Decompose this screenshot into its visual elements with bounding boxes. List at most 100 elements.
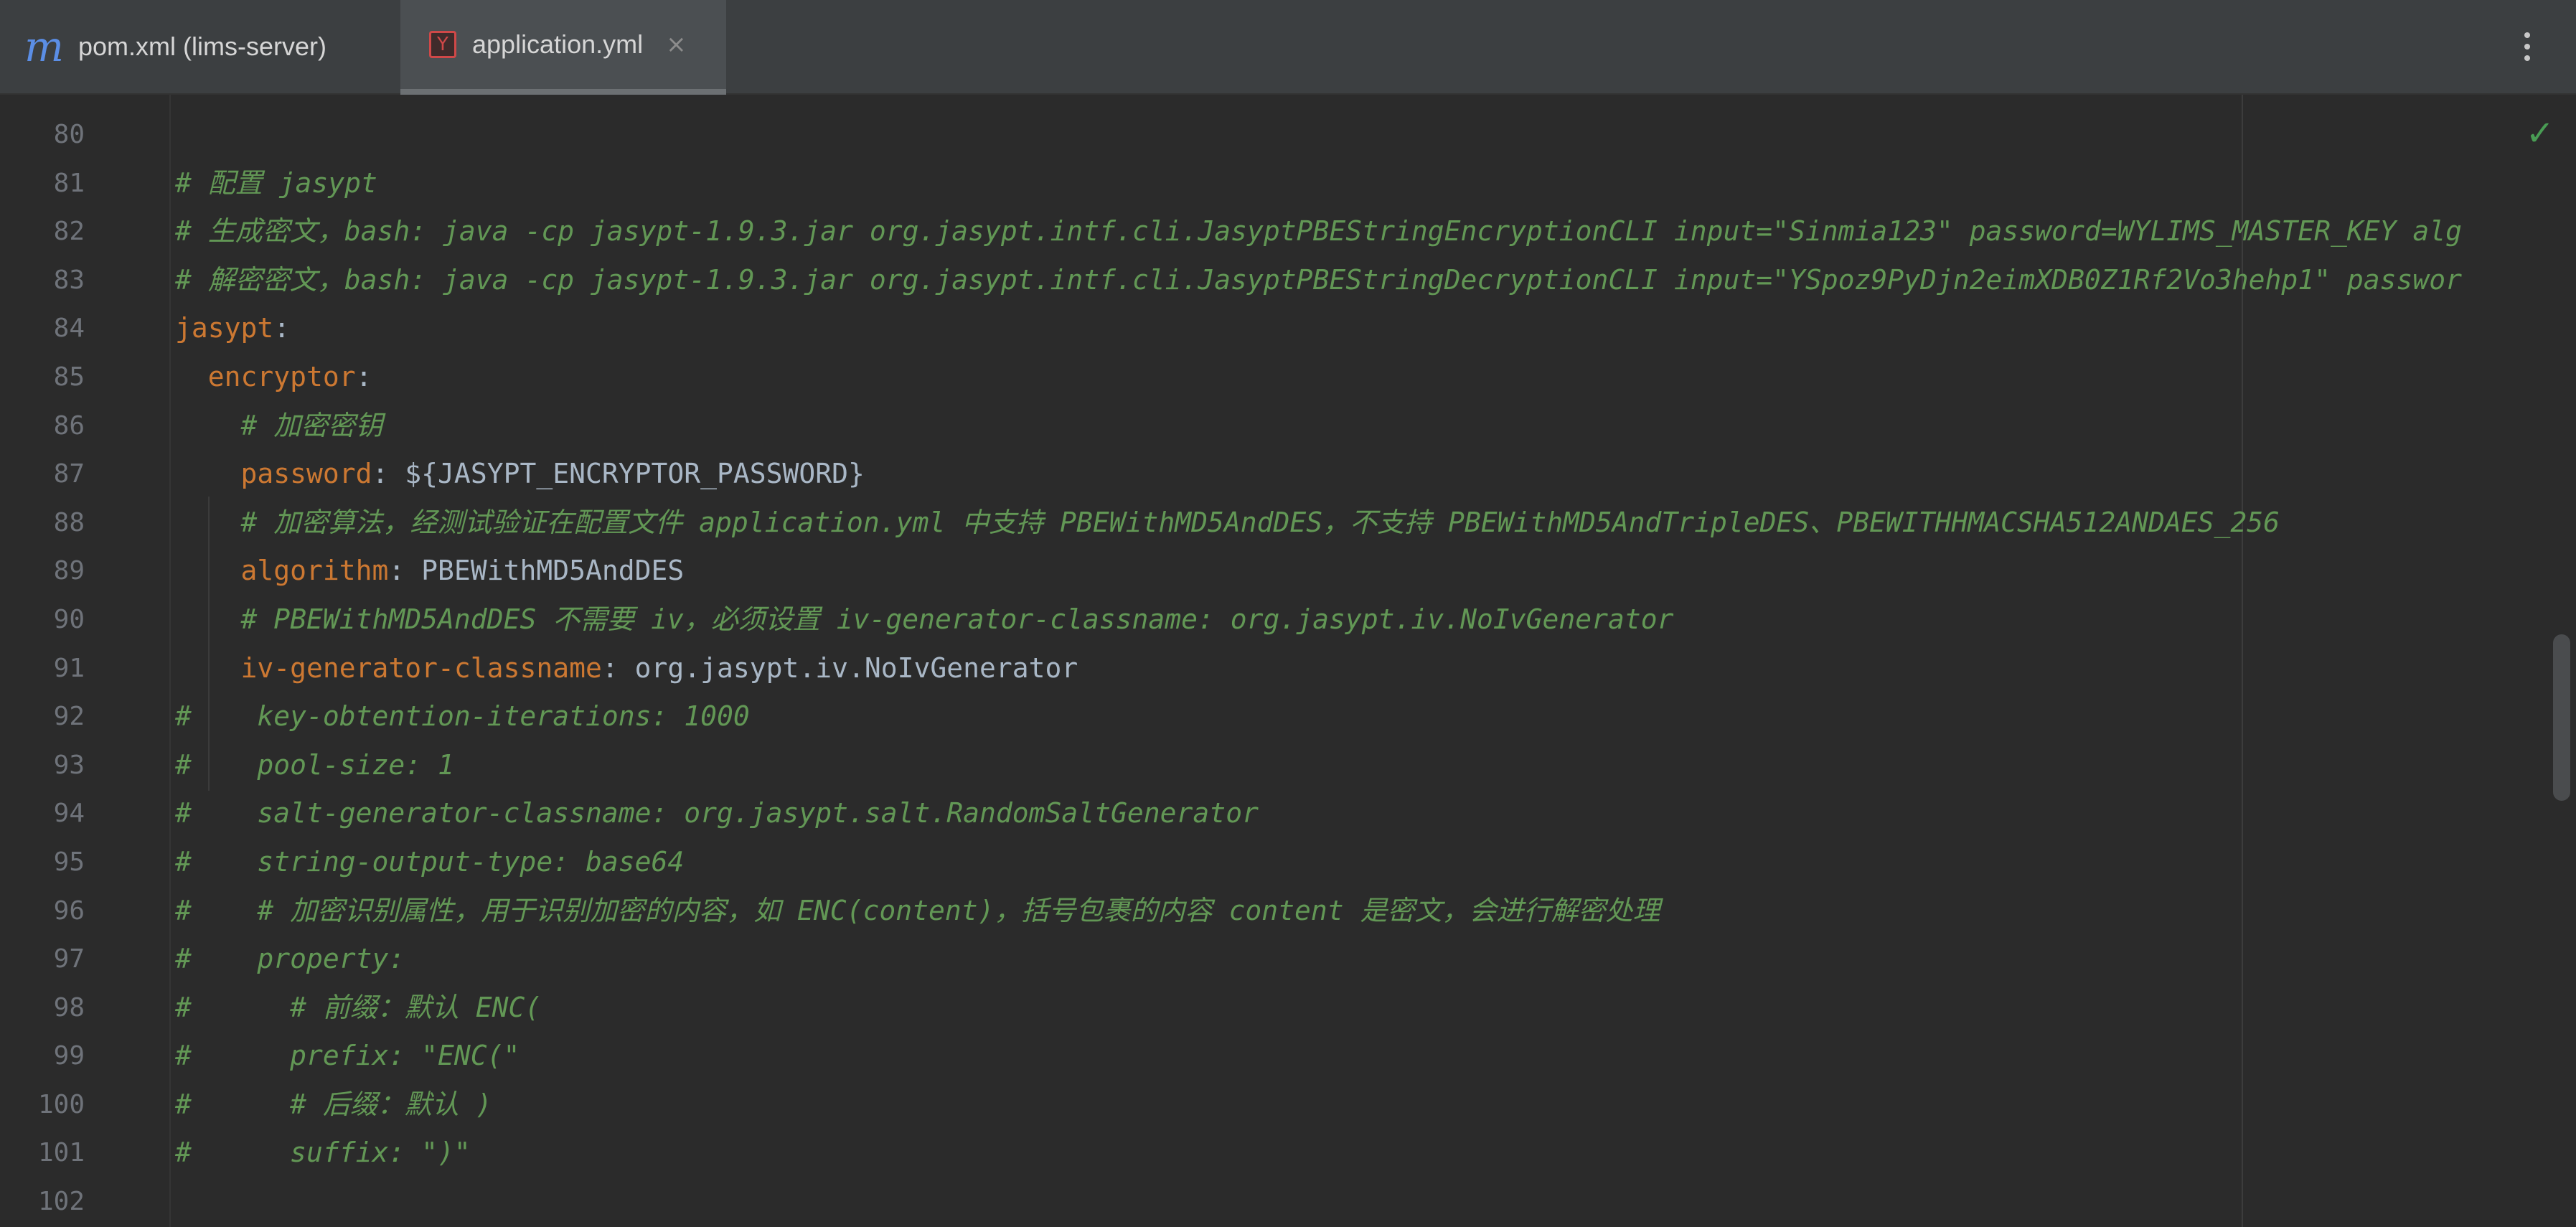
code-comment: # # 后缀：默认 ) xyxy=(175,1088,492,1120)
code-comment: # pool-size: 1 xyxy=(175,748,454,781)
code-text: # 解密密文，bash: java -cp jasypt-1.9.3.jar o… xyxy=(175,256,2462,305)
line-number: 96 xyxy=(53,895,85,926)
code-text: algorithm: PBEWithMD5AndDES xyxy=(175,547,685,596)
code-line[interactable]: 99 # prefix: "ENC(" xyxy=(0,1032,2576,1081)
code-line[interactable]: 101 # suffix: ")" xyxy=(0,1129,2576,1177)
tab-application-yml[interactable]: Y application.yml × xyxy=(400,0,726,95)
line-number: 84 xyxy=(53,314,85,344)
line-number: 80 xyxy=(53,120,85,149)
line-number: 95 xyxy=(53,847,85,877)
code-line[interactable]: 83 # 解密密文，bash: java -cp jasypt-1.9.3.jar… xyxy=(0,256,2576,305)
yaml-value xyxy=(175,410,241,441)
code-text: # PBEWithMD5AndDES 不需要 iv，必须设置 iv-genera… xyxy=(175,596,1674,644)
line-number: 102 xyxy=(37,1187,85,1217)
tab-label: application.yml xyxy=(472,29,644,59)
code-text: # # 前缀：默认 ENC( xyxy=(175,984,541,1033)
code-editor[interactable]: ✓ 80 81 # 配置 jasypt 82 # 生成密文，bash: java -cp… xyxy=(0,95,2576,1227)
line-number: 91 xyxy=(53,653,85,683)
code-comment: # suffix: ")" xyxy=(175,1137,471,1169)
yaml-value xyxy=(175,458,241,489)
line-number: 86 xyxy=(53,410,85,441)
code-comment: # 解密密文，bash: java -cp jasypt-1.9.3.jar o… xyxy=(175,263,2463,296)
line-number: 83 xyxy=(53,265,85,295)
code-line[interactable]: 91 iv-generator-classname: org.jasypt.iv… xyxy=(0,644,2576,693)
code-comment: # 加密密钥 xyxy=(240,409,383,441)
line-number: 81 xyxy=(53,168,85,198)
line-number: 99 xyxy=(53,1041,85,1071)
code-comment: # # 前缀：默认 ENC( xyxy=(175,991,542,1023)
yaml-value xyxy=(175,603,241,635)
code-line[interactable]: 102 xyxy=(0,1177,2576,1226)
code-comment: # salt-generator-classname: org.jasypt.s… xyxy=(175,797,1259,829)
code-text: # 加密算法，经测试验证在配置文件 application.yml 中支持 PB… xyxy=(175,499,2280,547)
code-text: # string-output-type: base64 xyxy=(175,838,684,887)
code-text: # # 加密识别属性，用于识别加密的内容，如 ENC(content)，括号包裹… xyxy=(175,887,1660,936)
yaml-key: iv-generator-classname xyxy=(240,652,602,684)
tab-label: pom.xml (lims-server) xyxy=(78,32,326,61)
code-line[interactable]: 98 # # 前缀：默认 ENC( xyxy=(0,984,2576,1033)
code-text: # # 后缀：默认 ) xyxy=(175,1081,492,1129)
code-line[interactable]: 88 # 加密算法，经测试验证在配置文件 application.yml 中支持… xyxy=(0,499,2576,547)
code-comment: # string-output-type: base64 xyxy=(175,845,685,878)
code-comment: # prefix: "ENC(" xyxy=(175,1040,520,1072)
code-line[interactable]: 90 # PBEWithMD5AndDES 不需要 iv，必须设置 iv-gen… xyxy=(0,596,2576,644)
yaml-value: : xyxy=(355,360,372,392)
code-text: # 加密密钥 xyxy=(175,402,383,451)
line-number: 92 xyxy=(53,702,85,732)
code-text: iv-generator-classname: org.jasypt.iv.No… xyxy=(175,644,1078,693)
code-text: encryptor: xyxy=(175,353,372,402)
code-line[interactable]: 96 # # 加密识别属性，用于识别加密的内容，如 ENC(content)，括号… xyxy=(0,887,2576,936)
line-number: 97 xyxy=(53,944,85,974)
code-line[interactable]: 85 encryptor: xyxy=(0,353,2576,402)
code-text: # suffix: ")" xyxy=(175,1129,471,1177)
yaml-key: encryptor xyxy=(207,360,356,392)
code-line[interactable]: 95 # string-output-type: base64 xyxy=(0,838,2576,887)
yaml-icon: Y xyxy=(429,31,456,58)
close-icon[interactable]: × xyxy=(666,30,687,59)
yaml-value xyxy=(175,652,241,684)
yaml-key: algorithm xyxy=(240,555,389,587)
yaml-key: jasypt xyxy=(175,312,274,344)
tab-pom-xml[interactable]: m pom.xml (lims-server) xyxy=(0,0,399,93)
code-text: # property: xyxy=(175,935,405,984)
code-comment: # PBEWithMD5AndDES 不需要 iv，必须设置 iv-genera… xyxy=(240,603,1674,635)
code-line[interactable]: 97 # property: xyxy=(0,935,2576,984)
line-number: 87 xyxy=(53,459,85,489)
code-text: # pool-size: 1 xyxy=(175,741,454,790)
code-comment: # 配置 jasypt xyxy=(175,166,377,199)
line-number: 101 xyxy=(37,1138,85,1168)
yaml-value: : ${JASYPT_ENCRYPTOR_PASSWORD} xyxy=(372,458,865,490)
code-text: # prefix: "ENC(" xyxy=(175,1032,520,1081)
code-comment: # 加密算法，经测试验证在配置文件 application.yml 中支持 PB… xyxy=(240,506,2280,538)
code-text: # 配置 jasypt xyxy=(175,159,377,208)
yaml-value xyxy=(175,507,241,538)
line-number: 88 xyxy=(53,507,85,537)
code-line[interactable]: 93 # pool-size: 1 xyxy=(0,741,2576,790)
code-line[interactable]: 82 # 生成密文，bash: java -cp jasypt-1.9.3.jar… xyxy=(0,207,2576,256)
code-line[interactable]: 89 algorithm: PBEWithMD5AndDES xyxy=(0,547,2576,596)
yaml-value xyxy=(175,361,208,392)
code-text: # salt-generator-classname: org.jasypt.s… xyxy=(175,789,1259,838)
code-line[interactable]: 86 # 加密密钥 xyxy=(0,402,2576,451)
code-line[interactable]: 81 # 配置 jasypt xyxy=(0,159,2576,208)
line-number: 90 xyxy=(53,604,85,634)
code-line[interactable]: 80 xyxy=(0,111,2576,159)
code-line[interactable]: 94 # salt-generator-classname: org.jasypt… xyxy=(0,789,2576,838)
code-line[interactable]: 87 password: ${JASYPT_ENCRYPTOR_PASSWORD… xyxy=(0,450,2576,499)
more-options-icon[interactable] xyxy=(2513,22,2542,72)
code-text: # key-obtention-iterations: 1000 xyxy=(175,692,750,741)
line-number: 94 xyxy=(53,799,85,829)
yaml-value xyxy=(175,555,241,586)
code-comment: # 生成密文，bash: java -cp jasypt-1.9.3.jar o… xyxy=(175,215,2463,248)
code-comment: # property: xyxy=(175,943,405,975)
yaml-value: : PBEWithMD5AndDES xyxy=(388,555,685,587)
code-text: password: ${JASYPT_ENCRYPTOR_PASSWORD} xyxy=(175,450,865,499)
line-number: 98 xyxy=(53,992,85,1022)
code-text: # 生成密文，bash: java -cp jasypt-1.9.3.jar o… xyxy=(175,207,2462,256)
code-comment: # # 加密识别属性，用于识别加密的内容，如 ENC(content)，括号包裹… xyxy=(175,894,1660,926)
yaml-value: : xyxy=(273,312,291,344)
code-comment: # key-obtention-iterations: 1000 xyxy=(175,700,750,733)
code-line[interactable]: 84 jasypt: xyxy=(0,304,2576,353)
code-line[interactable]: 92 # key-obtention-iterations: 1000 xyxy=(0,692,2576,741)
code-line[interactable]: 100 # # 后缀：默认 ) xyxy=(0,1081,2576,1129)
